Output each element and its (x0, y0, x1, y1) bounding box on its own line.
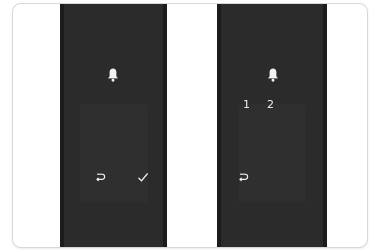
screenshot-frame: 1 2 (12, 3, 368, 248)
entered-digit: 1 (243, 98, 250, 111)
panel-edge (323, 4, 327, 247)
checkmark-icon (138, 172, 149, 182)
back-button[interactable] (237, 168, 249, 182)
panel-edge (163, 4, 167, 247)
bell-icon (267, 67, 279, 83)
back-button[interactable] (94, 168, 106, 182)
back-arrow-icon (96, 173, 106, 182)
door-panel-right: 1 2 (217, 4, 327, 247)
back-arrow-icon (239, 173, 249, 182)
bell-icon (107, 67, 119, 83)
panel-edge (217, 4, 221, 247)
panel-edge (60, 4, 64, 247)
door-panel-left (60, 4, 167, 247)
touch-display-area (80, 104, 148, 202)
touch-display-area (239, 104, 305, 202)
entered-digit: 2 (267, 98, 274, 111)
confirm-button[interactable] (137, 168, 149, 182)
